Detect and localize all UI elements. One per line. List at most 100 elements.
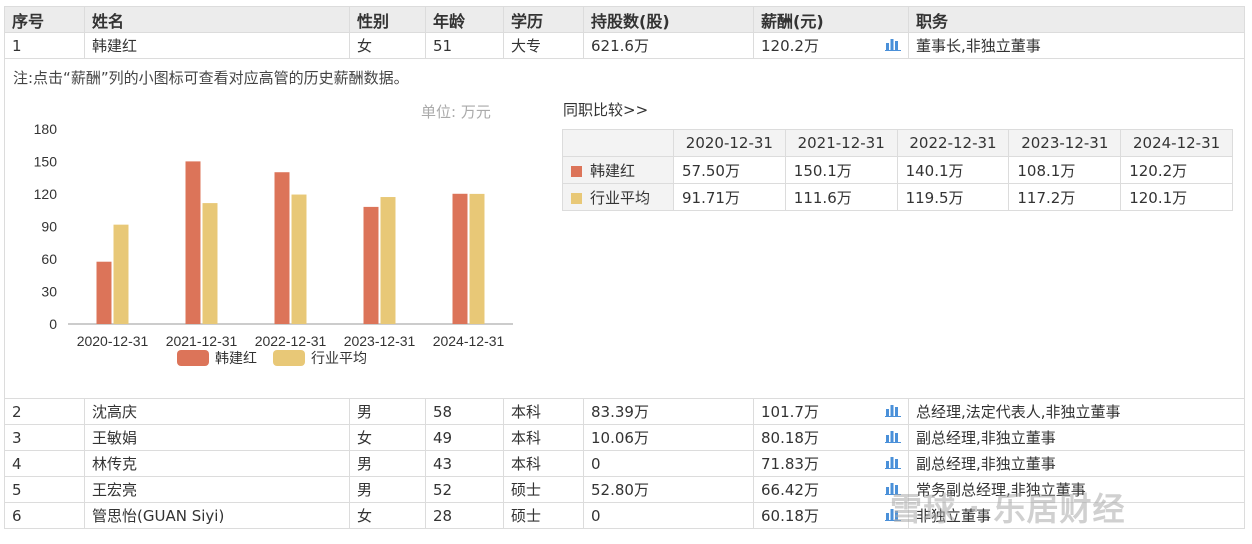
x-tick-label: 2022-12-31 (255, 333, 327, 349)
col-header-education[interactable]: 学历 (503, 6, 584, 33)
x-tick-label: 2023-12-31 (344, 333, 416, 349)
col-header-position[interactable]: 职务 (908, 6, 1245, 33)
cell-no: 5 (4, 476, 85, 503)
cell-position: 总经理,法定代表人,非独立董事 (908, 398, 1245, 425)
cell-education: 硕士 (503, 502, 584, 529)
legend-swatch-industry (571, 192, 582, 204)
bar-chart-icon[interactable] (885, 429, 901, 443)
cell-name: 王敏娟 (84, 424, 350, 451)
x-tick-label: 2024-12-31 (433, 333, 505, 349)
cell-salary: 80.18万 (753, 424, 909, 451)
cell-position: 副总经理,非独立董事 (908, 424, 1245, 451)
salary-value: 80.18万 (761, 429, 819, 447)
legend-swatch-person (571, 165, 582, 177)
y-tick-label: 150 (34, 154, 58, 170)
col-header-salary[interactable]: 薪酬(元) (753, 6, 909, 33)
bar-chart-icon[interactable] (885, 37, 901, 51)
bar-person (452, 193, 468, 324)
y-tick-label: 180 (34, 121, 58, 137)
compare-cell: 140.1万 (896, 156, 1010, 184)
cell-name: 沈高庆 (84, 398, 350, 425)
compare-cell: 120.1万 (1120, 183, 1233, 211)
cell-shares: 52.80万 (583, 476, 754, 503)
cell-salary: 120.2万 (753, 32, 909, 59)
compare-cell: 150.1万 (784, 156, 898, 184)
bar-person (274, 172, 290, 324)
compare-row-industry: 行业平均 91.71万 111.6万 119.5万 117.2万 120.1万 (562, 183, 1233, 211)
cell-shares: 0 (583, 450, 754, 477)
salary-value: 120.2万 (761, 37, 819, 55)
cell-gender: 男 (349, 476, 426, 503)
bar-industry (291, 194, 307, 324)
cell-gender: 女 (349, 32, 426, 59)
y-tick-label: 90 (41, 219, 57, 235)
col-header-no[interactable]: 序号 (4, 6, 85, 33)
page: 序号 姓名 性别 年龄 学历 持股数(股) 薪酬(元) 职务 1 韩建红 女 5… (0, 0, 1252, 544)
cell-no: 1 (4, 32, 85, 59)
peer-compare-table: 2020-12-31 2021-12-31 2022-12-31 2023-12… (562, 129, 1233, 211)
cell-salary: 101.7万 (753, 398, 909, 425)
compare-row-person: 韩建红 57.50万 150.1万 140.1万 108.1万 120.2万 (562, 156, 1233, 184)
cell-name: 王宏亮 (84, 476, 350, 503)
col-header-gender[interactable]: 性别 (349, 6, 426, 33)
bar-chart-icon[interactable] (885, 455, 901, 469)
compare-year: 2023-12-31 (1008, 129, 1122, 157)
cell-salary: 71.83万 (753, 450, 909, 477)
bar-industry (202, 203, 218, 324)
salary-bar-chart: 0 30 60 90 120 150 180 2020-12-31 2021-12-31 2022… (34, 121, 513, 366)
compare-cell: 57.50万 (673, 156, 786, 184)
table-row: 2 沈高庆男 58 本科 83.39万 101.7万 总经理,法定代表人,非独立董事 (4, 398, 1245, 425)
executive-table: 序号 姓名 性别 年龄 学历 持股数(股) 薪酬(元) 职务 1 韩建红 女 5… (4, 6, 1245, 529)
cell-position: 副总经理,非独立董事 (908, 450, 1245, 477)
salary-detail-row: 注:点击“薪酬”列的小图标可查看对应高管的历史薪酬数据。 单位: 万元 同职比较… (4, 58, 1245, 399)
watermark: 雪球 · 乐居财经 (890, 490, 1126, 528)
cell-age: 28 (425, 502, 504, 529)
salary-value: 101.7万 (761, 403, 819, 421)
compare-year: 2021-12-31 (784, 129, 898, 157)
cell-education: 本科 (503, 424, 584, 451)
compare-cell: 108.1万 (1008, 156, 1122, 184)
cell-gender: 女 (349, 502, 426, 529)
cell-salary: 66.42万 (753, 476, 909, 503)
bar-person (185, 161, 201, 324)
cell-education: 大专 (503, 32, 584, 59)
cell-position: 董事长,非独立董事 (908, 32, 1245, 59)
bar-chart-icon[interactable] (885, 403, 901, 417)
y-tick-label: 60 (41, 251, 57, 267)
salary-value: 71.83万 (761, 455, 819, 473)
cell-education: 本科 (503, 450, 584, 477)
table-header-row: 序号 姓名 性别 年龄 学历 持股数(股) 薪酬(元) 职务 (4, 6, 1245, 33)
y-tick-label: 120 (34, 186, 58, 202)
cell-age: 49 (425, 424, 504, 451)
bar-industry (113, 224, 129, 324)
cell-no: 6 (4, 502, 85, 529)
cell-education: 本科 (503, 398, 584, 425)
cell-education: 硕士 (503, 476, 584, 503)
x-tick-label: 2021-12-31 (166, 333, 238, 349)
cell-shares: 621.6万 (583, 32, 754, 59)
cell-age: 51 (425, 32, 504, 59)
y-tick-label: 30 (41, 284, 57, 300)
col-header-age[interactable]: 年龄 (425, 6, 504, 33)
compare-year: 2022-12-31 (896, 129, 1010, 157)
cell-age: 43 (425, 450, 504, 477)
cell-shares: 83.39万 (583, 398, 754, 425)
compare-row-label: 行业平均 (562, 183, 674, 211)
cell-shares: 10.06万 (583, 424, 754, 451)
legend-swatch (177, 350, 209, 366)
compare-year: 2020-12-31 (673, 129, 786, 157)
cell-salary: 60.18万 (753, 502, 909, 529)
legend-label: 韩建红 (215, 350, 257, 366)
table-row: 4 林传克男 43 本科 0 71.83万 副总经理,非独立董事 (4, 450, 1245, 477)
cell-no: 2 (4, 398, 85, 425)
compare-row-label: 韩建红 (562, 156, 674, 184)
cell-name: 韩建红 (84, 32, 350, 59)
cell-no: 3 (4, 424, 85, 451)
col-header-shares[interactable]: 持股数(股) (583, 6, 754, 33)
peer-compare-link[interactable]: 同职比较>> (563, 99, 648, 120)
legend-swatch (273, 350, 305, 366)
bar-person (363, 206, 379, 324)
compare-cell: 117.2万 (1008, 183, 1122, 211)
col-header-name[interactable]: 姓名 (84, 6, 350, 33)
legend-label: 行业平均 (311, 350, 367, 366)
